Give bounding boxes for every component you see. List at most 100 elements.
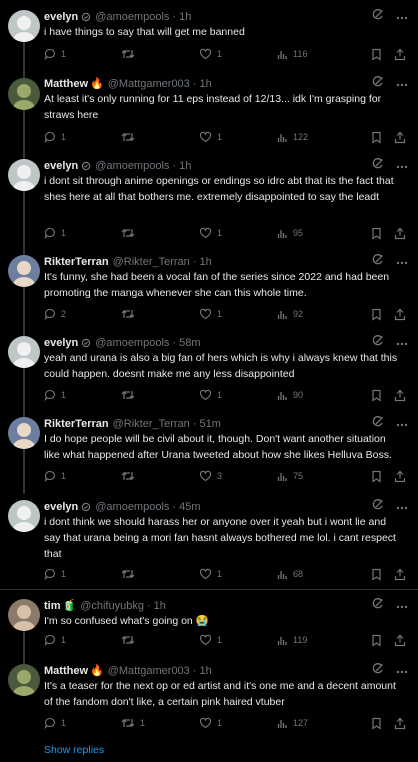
- grok-icon[interactable]: [372, 253, 384, 271]
- retweet-button[interactable]: [121, 130, 135, 144]
- views-button[interactable]: 95: [277, 226, 303, 240]
- tweet-actions: 1 3 75: [44, 469, 408, 483]
- retweet-button[interactable]: [121, 47, 135, 61]
- reply-button[interactable]: 1: [44, 388, 66, 402]
- more-icon[interactable]: [396, 416, 408, 432]
- retweet-button[interactable]: [121, 469, 135, 483]
- retweet-button[interactable]: 1: [121, 716, 145, 730]
- avatar[interactable]: [8, 599, 40, 631]
- avatar[interactable]: [8, 255, 40, 287]
- more-icon[interactable]: [396, 254, 408, 270]
- show-replies-link[interactable]: Show replies: [44, 744, 104, 756]
- like-button[interactable]: 1: [199, 633, 222, 647]
- avatar[interactable]: [8, 417, 40, 449]
- views-button[interactable]: 122: [277, 130, 308, 144]
- retweet-button[interactable]: [121, 307, 135, 321]
- more-icon[interactable]: [396, 598, 408, 614]
- avatar[interactable]: [8, 500, 40, 532]
- avatar[interactable]: [8, 10, 40, 42]
- grok-icon[interactable]: [372, 334, 384, 352]
- avatar[interactable]: [8, 336, 40, 368]
- tweet-header: RikterTerran @Rikter_Terran · 1h: [44, 253, 408, 271]
- bookmark-button[interactable]: [371, 130, 382, 144]
- grok-icon[interactable]: [372, 498, 384, 516]
- reply-button[interactable]: 1: [44, 633, 66, 647]
- bookmark-icon: [371, 308, 382, 321]
- retweet-icon: [121, 227, 135, 239]
- retweet-button[interactable]: [121, 567, 135, 581]
- views-count: 68: [293, 569, 304, 579]
- reply-button[interactable]: 1: [44, 716, 66, 730]
- share-button[interactable]: [394, 633, 406, 647]
- bookmark-button[interactable]: [371, 469, 382, 483]
- share-button[interactable]: [394, 226, 406, 240]
- views-button[interactable]: 119: [277, 633, 307, 647]
- retweet-button[interactable]: [121, 388, 135, 402]
- views-button[interactable]: 127: [277, 716, 308, 730]
- share-button[interactable]: [394, 130, 406, 144]
- more-icon[interactable]: [396, 158, 408, 174]
- retweet-icon: [121, 131, 135, 143]
- grok-icon[interactable]: [372, 157, 384, 175]
- bookmark-button[interactable]: [371, 716, 382, 730]
- reply-button[interactable]: 1: [44, 130, 66, 144]
- reply-count: 1: [61, 718, 67, 728]
- more-icon[interactable]: [396, 335, 408, 351]
- verified-icon: [81, 338, 91, 348]
- avatar[interactable]: [8, 664, 40, 696]
- more-icon[interactable]: [396, 9, 408, 25]
- like-count: 1: [217, 49, 223, 59]
- like-icon: [199, 48, 212, 60]
- retweet-button[interactable]: [121, 226, 135, 240]
- bookmark-button[interactable]: [371, 567, 382, 581]
- like-count: 1: [217, 390, 223, 400]
- grok-icon[interactable]: [372, 415, 384, 433]
- share-button[interactable]: [394, 716, 406, 730]
- bookmark-button[interactable]: [371, 226, 382, 240]
- share-button[interactable]: [394, 307, 406, 321]
- share-button[interactable]: [394, 567, 406, 581]
- like-button[interactable]: 1: [199, 130, 222, 144]
- reply-button[interactable]: 1: [44, 226, 66, 240]
- bookmark-button[interactable]: [371, 633, 382, 647]
- separator-dot: ·: [146, 600, 151, 612]
- views-button[interactable]: 68: [277, 567, 303, 581]
- avatar[interactable]: [8, 159, 40, 191]
- grok-icon[interactable]: [372, 662, 384, 680]
- avatar[interactable]: [8, 78, 40, 110]
- like-button[interactable]: 1: [199, 47, 222, 61]
- share-button[interactable]: [394, 388, 406, 402]
- views-button[interactable]: 116: [277, 47, 307, 61]
- like-button[interactable]: 3: [199, 469, 222, 483]
- bookmark-button[interactable]: [371, 388, 382, 402]
- reply-button[interactable]: 1: [44, 47, 66, 61]
- views-button[interactable]: 92: [277, 307, 303, 321]
- more-icon[interactable]: [396, 663, 408, 679]
- timestamp: 1h: [199, 256, 212, 268]
- retweet-icon: [121, 634, 135, 646]
- like-button[interactable]: 1: [199, 716, 222, 730]
- share-button[interactable]: [394, 47, 406, 61]
- like-button[interactable]: 1: [199, 388, 222, 402]
- retweet-button[interactable]: [121, 633, 135, 647]
- like-button[interactable]: 1: [199, 307, 222, 321]
- share-button[interactable]: [394, 469, 406, 483]
- reply-button[interactable]: 1: [44, 469, 66, 483]
- grok-icon[interactable]: [372, 597, 384, 615]
- reply-button[interactable]: 2: [44, 307, 66, 321]
- like-button[interactable]: 1: [199, 226, 222, 240]
- more-icon[interactable]: [396, 76, 408, 92]
- views-button[interactable]: 75: [277, 469, 303, 483]
- grok-icon[interactable]: [372, 75, 384, 93]
- display-name: evelyn: [44, 501, 79, 513]
- reply-button[interactable]: 1: [44, 567, 66, 581]
- bookmark-button[interactable]: [371, 307, 382, 321]
- more-icon[interactable]: [396, 499, 408, 515]
- bookmark-button[interactable]: [371, 47, 382, 61]
- like-button[interactable]: 1: [199, 567, 222, 581]
- views-button[interactable]: 90: [277, 388, 303, 402]
- grok-icon[interactable]: [372, 8, 384, 26]
- tweet-header: tim 🧃 @chifuyubkg · 1h: [44, 597, 408, 615]
- tweet: tim 🧃 @chifuyubkg · 1h I'm so confused what's…: [0, 590, 418, 658]
- tweet-actions: 1 1 1 127: [44, 716, 408, 730]
